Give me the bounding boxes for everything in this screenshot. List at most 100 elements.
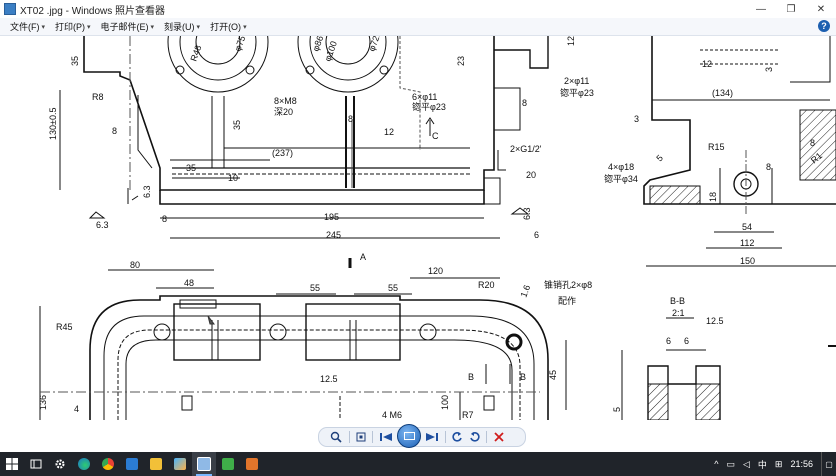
menu-print-label: 打印(P) bbox=[55, 22, 86, 32]
chevron-down-icon: ▾ bbox=[243, 23, 247, 31]
paint-taskbar-button[interactable] bbox=[168, 452, 192, 476]
dim-text: 12 bbox=[702, 59, 712, 69]
zoom-icon[interactable] bbox=[325, 429, 347, 445]
menu-email[interactable]: 电子邮件(E) ▾ bbox=[101, 20, 155, 33]
menu-burn[interactable]: 刻录(U) ▾ bbox=[164, 20, 200, 33]
dim-text: 35 bbox=[186, 163, 196, 173]
restore-button[interactable]: ❐ bbox=[776, 0, 806, 18]
ime-indicator[interactable]: 中 bbox=[758, 458, 767, 471]
dim-text: 锪平φ23 bbox=[560, 87, 594, 98]
dim-text: 4×φ18 bbox=[608, 162, 634, 172]
dim-text: 3 bbox=[634, 114, 639, 124]
clock[interactable]: 21:56 bbox=[790, 459, 813, 469]
menu-print[interactable]: 打印(P) ▾ bbox=[55, 20, 91, 33]
chevron-down-icon: ▾ bbox=[87, 23, 91, 31]
notification-icon[interactable]: ▢ bbox=[821, 452, 836, 476]
delete-icon[interactable] bbox=[489, 429, 509, 445]
chrome-taskbar-button[interactable] bbox=[96, 452, 120, 476]
paint-icon bbox=[174, 458, 186, 470]
dim-text: 6×φ11 bbox=[412, 92, 437, 102]
chrome-icon bbox=[102, 458, 114, 470]
mouse-cursor-icon bbox=[207, 315, 215, 325]
minimize-button[interactable]: — bbox=[746, 0, 776, 18]
tray-expand-icon[interactable]: ^ bbox=[714, 459, 718, 469]
start-button[interactable] bbox=[0, 452, 24, 476]
menu-burn-label: 刻录(U) bbox=[164, 22, 195, 32]
dim-text: 4 M6 bbox=[382, 410, 402, 420]
dim-text: 8 bbox=[766, 162, 771, 172]
dim-text: 锪平φ23 bbox=[412, 101, 446, 112]
dim-text: 112 bbox=[740, 238, 754, 248]
housing-plan-view bbox=[39, 269, 567, 420]
dim-text: R45 bbox=[56, 322, 73, 332]
next-icon[interactable] bbox=[421, 429, 443, 445]
network-icon[interactable]: ▭ bbox=[726, 459, 735, 470]
app-orange-taskbar-button[interactable] bbox=[240, 452, 264, 476]
dim-text: 6.3 bbox=[96, 220, 109, 230]
dim-text: C bbox=[432, 131, 439, 141]
menu-open[interactable]: 打开(O) ▾ bbox=[210, 20, 247, 33]
dim-text: 1.6 bbox=[518, 284, 532, 299]
title-bar: XT02 .jpg - Windows 照片查看器 — ❐ ✕ bbox=[0, 0, 836, 18]
viewer-control-bar bbox=[0, 420, 836, 452]
input-method-icon[interactable]: ⊞ bbox=[775, 459, 783, 470]
dim-text: 2×G1/2' bbox=[510, 144, 542, 154]
menu-file[interactable]: 文件(F) ▾ bbox=[10, 20, 45, 33]
dim-text: 8 bbox=[162, 214, 167, 224]
dim-text: 54 bbox=[742, 222, 752, 232]
dim-text: 6 bbox=[684, 336, 689, 346]
system-tray: ^ ▭ ◁ 中 ⊞ 21:56 ▢ bbox=[706, 452, 836, 476]
chevron-down-icon: ▾ bbox=[41, 23, 46, 31]
rotate-right-icon[interactable] bbox=[466, 429, 484, 445]
dim-text: φ86 bbox=[310, 36, 325, 53]
dim-text: 12 bbox=[566, 36, 576, 46]
dim-text: 6 bbox=[534, 230, 539, 240]
previous-icon[interactable] bbox=[375, 429, 397, 445]
presentation-icon bbox=[246, 458, 258, 470]
divider bbox=[372, 431, 373, 443]
dim-text: R48 bbox=[188, 44, 203, 63]
explorer-taskbar-button[interactable] bbox=[144, 452, 168, 476]
edge-taskbar-button[interactable] bbox=[72, 452, 96, 476]
divider bbox=[486, 431, 487, 443]
dim-text: 18 bbox=[708, 192, 718, 202]
volume-icon[interactable]: ◁ bbox=[743, 459, 750, 470]
dim-text: 195 bbox=[324, 212, 339, 222]
dim-text: 5 bbox=[654, 153, 665, 164]
rotate-left-icon[interactable] bbox=[448, 429, 466, 445]
help-icon[interactable]: ? bbox=[818, 20, 830, 32]
dim-text: 12 bbox=[384, 127, 394, 137]
folder-icon bbox=[150, 458, 162, 470]
housing-front-section bbox=[59, 36, 549, 268]
dim-text: 深20 bbox=[274, 107, 293, 117]
actual-size-icon[interactable] bbox=[352, 429, 370, 445]
divider bbox=[349, 431, 350, 443]
dim-text: 35 bbox=[232, 120, 242, 130]
slideshow-icon bbox=[403, 431, 415, 440]
mail-icon bbox=[126, 458, 138, 470]
settings-taskbar-button[interactable] bbox=[48, 452, 72, 476]
dim-text: R15 bbox=[708, 142, 725, 152]
dim-text: B bbox=[468, 372, 474, 382]
image-canvas[interactable]: R8 R48 φ75 φ86 φ100 φ72H7 35 130±0.5 8 3… bbox=[0, 36, 836, 420]
dim-text: 45 bbox=[548, 370, 558, 380]
dim-text: 6.3 bbox=[142, 185, 152, 198]
windows-logo-icon bbox=[6, 458, 18, 470]
mail-taskbar-button[interactable] bbox=[120, 452, 144, 476]
dim-text: R7 bbox=[462, 410, 474, 420]
dim-text: 130±0.5 bbox=[48, 108, 58, 140]
dim-text: 10 bbox=[228, 173, 238, 183]
dim-text: 12.5 bbox=[706, 316, 724, 326]
dim-text: 55 bbox=[310, 283, 320, 293]
dim-text: 80 bbox=[130, 260, 140, 270]
slideshow-button[interactable] bbox=[397, 423, 421, 448]
dim-text: 4 bbox=[74, 404, 79, 414]
dim-text: 245 bbox=[326, 230, 341, 240]
close-button[interactable]: ✕ bbox=[806, 0, 836, 18]
dim-text: 8×M8 bbox=[274, 96, 297, 106]
dim-text: 23 bbox=[456, 56, 466, 66]
task-view-button[interactable] bbox=[24, 452, 48, 476]
photo-viewer-taskbar-button[interactable] bbox=[192, 452, 216, 476]
dim-text: 136 bbox=[38, 395, 48, 410]
app-green-taskbar-button[interactable] bbox=[216, 452, 240, 476]
